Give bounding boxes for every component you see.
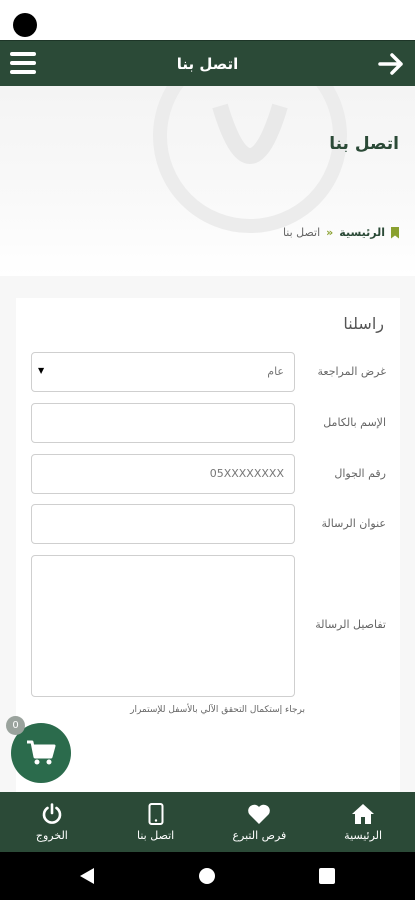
app-title: اتصل بنا: [176, 54, 239, 73]
page-title: اتصل بنا: [329, 134, 399, 154]
nav-item-contact[interactable]: اتصل بنا: [106, 802, 206, 842]
fullname-label: الإسم بالكامل: [323, 416, 386, 429]
purpose-select[interactable]: عام ▼: [31, 352, 295, 392]
mobile-value: 05XXXXXXXX: [209, 467, 284, 480]
mobile-label: رقم الجوال: [334, 467, 386, 480]
back-arrow-icon[interactable]: [377, 50, 405, 78]
breadcrumb-current: اتصل بنا: [282, 226, 321, 239]
cart-count-badge: 0: [6, 716, 25, 735]
captcha-note: برجاء إستكمال التحقق الآلي بالأسفل للإست…: [130, 705, 305, 715]
bookmark-icon: [391, 226, 399, 239]
power-icon: [42, 802, 62, 824]
breadcrumb-separator: »: [326, 226, 334, 239]
nav-label-donation: فرص التبرع: [232, 828, 287, 842]
dropdown-arrow-icon: ▼: [38, 366, 45, 375]
nav-label-contact: اتصل بنا: [137, 828, 175, 842]
phone-icon: [148, 802, 164, 825]
status-bar: [0, 0, 415, 40]
cart-icon: [27, 740, 56, 765]
fullname-input[interactable]: [31, 403, 295, 443]
heart-icon: [248, 804, 271, 824]
app-bar: اتصل بنا: [0, 40, 415, 86]
subject-input[interactable]: [31, 504, 295, 544]
nav-label-home: الرئيسية: [344, 828, 383, 842]
form-title: راسلنا: [343, 314, 384, 333]
system-home-icon[interactable]: [199, 868, 215, 884]
breadcrumb-home[interactable]: الرئيسية: [339, 226, 385, 239]
system-recents-icon[interactable]: [319, 868, 335, 884]
content-area: راسلنا غرض المراجعة عام ▼ الإسم بالكامل …: [0, 276, 415, 798]
home-icon: [352, 803, 375, 824]
purpose-value: عام: [267, 365, 284, 378]
mobile-input[interactable]: 05XXXXXXXX: [31, 454, 295, 494]
nav-item-home[interactable]: الرئيسية: [313, 803, 413, 842]
breadcrumb: الرئيسية » اتصل بنا: [283, 226, 399, 239]
system-nav-bar: [0, 852, 415, 900]
details-label: تفاصيل الرسالة: [315, 618, 386, 631]
nav-item-donation[interactable]: فرص التبرع: [209, 803, 309, 842]
menu-icon[interactable]: [10, 52, 36, 74]
subject-label: عنوان الرسالة: [321, 517, 387, 530]
details-textarea[interactable]: [31, 555, 295, 697]
contact-form-card: راسلنا غرض المراجعة عام ▼ الإسم بالكامل …: [16, 298, 400, 798]
system-back-icon[interactable]: [80, 868, 94, 884]
nav-item-logout[interactable]: الخروج: [2, 802, 102, 842]
nav-label-logout: الخروج: [35, 828, 68, 842]
purpose-label: غرض المراجعة: [317, 365, 386, 378]
bottom-nav: الرئيسية فرص التبرع اتصل بنا الخروج: [0, 792, 415, 852]
hero-banner: اتصل بنا الرئيسية » اتصل بنا: [0, 86, 415, 276]
camera-cutout: [13, 13, 37, 37]
